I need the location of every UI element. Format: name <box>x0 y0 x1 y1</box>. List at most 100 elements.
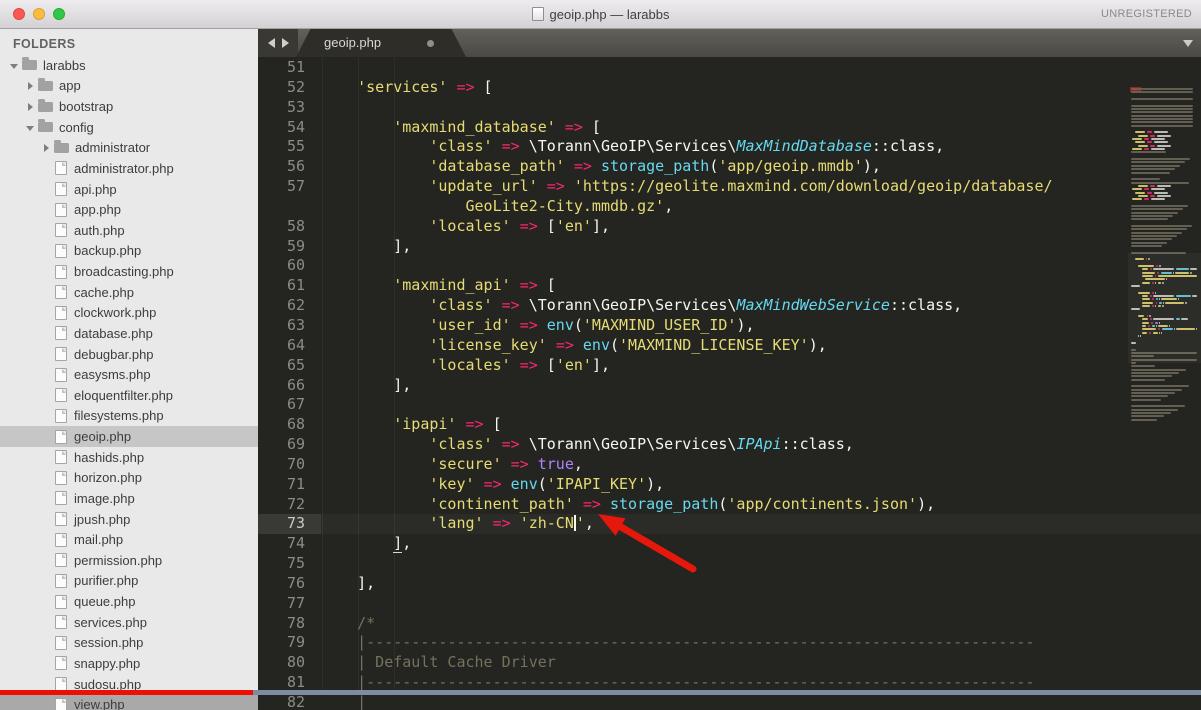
code-line-71[interactable]: 71 'key' => env('IPAPI_KEY'), <box>258 475 1201 495</box>
sidebar-item-eloquentfilter-php[interactable]: eloquentfilter.php <box>0 385 258 406</box>
file-icon <box>55 450 67 465</box>
tab-geoip-php[interactable]: geoip.php <box>296 28 466 57</box>
sidebar-item-administrator-php[interactable]: administrator.php <box>0 158 258 179</box>
code-line-68[interactable]: 68 'ipapi' => [ <box>258 415 1201 435</box>
code-line-61[interactable]: 61 'maxmind_api' => [ <box>258 276 1201 296</box>
chevron-right-icon[interactable] <box>24 101 36 113</box>
code-line-69[interactable]: 69 'class' => \Torann\GeoIP\Services\IPA… <box>258 435 1201 455</box>
code-line-62[interactable]: 62 'class' => \Torann\GeoIP\Services\Max… <box>258 296 1201 316</box>
chevron-right-icon[interactable] <box>40 142 52 154</box>
code-line-78[interactable]: 78 /* <box>258 614 1201 634</box>
code-line-67[interactable]: 67 <box>258 395 1201 415</box>
minimap-line <box>1154 192 1168 194</box>
sidebar-item-mail-php[interactable]: mail.php <box>0 529 258 550</box>
sidebar-item-broadcasting-php[interactable]: broadcasting.php <box>0 261 258 282</box>
code-line-73[interactable]: 73 'lang' => 'zh-CN ', <box>258 514 1201 535</box>
minimap-line <box>1131 369 1186 371</box>
chevron-right-icon[interactable] <box>24 80 36 92</box>
code-line-56[interactable]: 56 'database_path' => storage_path('app/… <box>258 157 1201 177</box>
sidebar-item-debugbar-php[interactable]: debugbar.php <box>0 344 258 365</box>
sidebar-item-services-php[interactable]: services.php <box>0 612 258 633</box>
minimap-line <box>1144 138 1149 140</box>
code-line-82[interactable]: 82 | <box>258 693 1201 710</box>
code-text: 'secure' => true, <box>429 454 583 473</box>
sidebar-item-clockwork-php[interactable]: clockwork.php <box>0 303 258 324</box>
code-area[interactable]: 51 52 'services' => [53 54 'maxmind_databa… <box>258 57 1201 710</box>
sidebar-item-horizon-php[interactable]: horizon.php <box>0 468 258 489</box>
code-line-70[interactable]: 70 'secure' => true, <box>258 455 1201 475</box>
code-line-59[interactable]: 59 ], <box>258 237 1201 257</box>
file-icon <box>55 656 67 671</box>
sidebar-item-filesystems-php[interactable]: filesystems.php <box>0 406 258 427</box>
code-text: 'class' => \Torann\GeoIP\Services\IPApi:… <box>429 435 854 454</box>
code-line-76[interactable]: 76 ], <box>258 574 1201 594</box>
minimap-line <box>1132 198 1142 200</box>
code-line-65[interactable]: 65 'locales' => ['en'], <box>258 356 1201 376</box>
sidebar-item-snappy-php[interactable]: snappy.php <box>0 653 258 674</box>
sidebar-item-config[interactable]: config <box>0 117 258 138</box>
sidebar-item-label: hashids.php <box>74 449 145 465</box>
code-line-80[interactable]: 80 | Default Cache Driver <box>258 653 1201 673</box>
code-line-66[interactable]: 66 ], <box>258 376 1201 396</box>
sidebar-item-cache-php[interactable]: cache.php <box>0 282 258 303</box>
minimap-line <box>1131 379 1165 381</box>
code-line-57[interactable]: 57 'update_url' => 'https://geolite.maxm… <box>258 177 1201 197</box>
sidebar-item-queue-php[interactable]: queue.php <box>0 591 258 612</box>
code-line-79[interactable]: 79 |------------------------------------… <box>258 633 1201 653</box>
chevron-down-icon[interactable] <box>24 121 36 133</box>
code-line-52[interactable]: 52 'services' => [ <box>258 78 1201 98</box>
minimap-line <box>1131 125 1193 127</box>
tab-overflow-icon[interactable] <box>1183 40 1193 47</box>
code-line-53[interactable]: 53 <box>258 98 1201 118</box>
sidebar-item-easysms-php[interactable]: easysms.php <box>0 364 258 385</box>
code-line-55[interactable]: 55 'class' => \Torann\GeoIP\Services\Max… <box>258 137 1201 157</box>
code-line-54[interactable]: 54 'maxmind_database' => [ <box>258 118 1201 138</box>
code-line-72[interactable]: 72 'continent_path' => storage_path('app… <box>258 495 1201 515</box>
sidebar-item-backup-php[interactable]: backup.php <box>0 241 258 262</box>
sidebar-item-purifier-php[interactable]: purifier.php <box>0 571 258 592</box>
sidebar-item-image-php[interactable]: image.php <box>0 488 258 509</box>
next-tab-icon[interactable] <box>281 37 289 48</box>
tab-nav-arrows <box>258 28 298 57</box>
sidebar-item-permission-php[interactable]: permission.php <box>0 550 258 571</box>
folder-icon <box>38 98 53 112</box>
sidebar-item-jpush-php[interactable]: jpush.php <box>0 509 258 530</box>
sidebar-item-app[interactable]: app <box>0 76 258 97</box>
registration-status: UNREGISTERED <box>1101 8 1192 20</box>
line-number: 78 <box>286 613 305 632</box>
code-text: 'key' => env('IPAPI_KEY'), <box>429 474 665 493</box>
file-icon <box>55 697 67 710</box>
sidebar-item-auth-php[interactable]: auth.php <box>0 220 258 241</box>
code-line-74[interactable]: 74 ], <box>258 534 1201 554</box>
minimap-line <box>1131 158 1190 160</box>
sidebar-item-view-php[interactable]: view.php <box>0 694 258 710</box>
sidebar-item-database-php[interactable]: database.php <box>0 323 258 344</box>
code-line-64[interactable]: 64 'license_key' => env('MAXMIND_LICENSE… <box>258 336 1201 356</box>
minimap[interactable] <box>1128 86 1201 710</box>
sidebar-item-session-php[interactable]: session.php <box>0 633 258 654</box>
sidebar-item-label: permission.php <box>74 552 163 568</box>
file-icon <box>55 491 67 506</box>
prev-tab-icon[interactable] <box>267 37 275 48</box>
sidebar-item-geoip-php[interactable]: geoip.php <box>0 426 258 447</box>
video-progress-bar[interactable] <box>0 690 1201 695</box>
sidebar-item-larabbs[interactable]: larabbs <box>0 55 258 76</box>
code-line-75[interactable]: 75 <box>258 554 1201 574</box>
line-number: 56 <box>286 157 305 176</box>
sidebar-item-app-php[interactable]: app.php <box>0 199 258 220</box>
code-line-wrap[interactable]: GeoLite2-City.mmdb.gz', <box>258 197 1201 217</box>
minimap-viewport[interactable] <box>1128 253 1201 363</box>
code-line-77[interactable]: 77 <box>258 594 1201 614</box>
sidebar-item-administrator[interactable]: administrator <box>0 138 258 159</box>
code-line-63[interactable]: 63 'user_id' => env('MAXMIND_USER_ID'), <box>258 316 1201 336</box>
sidebar-item-hashids-php[interactable]: hashids.php <box>0 447 258 468</box>
sidebar-item-bootstrap[interactable]: bootstrap <box>0 96 258 117</box>
chevron-down-icon[interactable] <box>8 59 20 71</box>
code-line-58[interactable]: 58 'locales' => ['en'], <box>258 217 1201 237</box>
sidebar-item-api-php[interactable]: api.php <box>0 179 258 200</box>
code-line-51[interactable]: 51 <box>258 58 1201 78</box>
code-line-60[interactable]: 60 <box>258 256 1201 276</box>
